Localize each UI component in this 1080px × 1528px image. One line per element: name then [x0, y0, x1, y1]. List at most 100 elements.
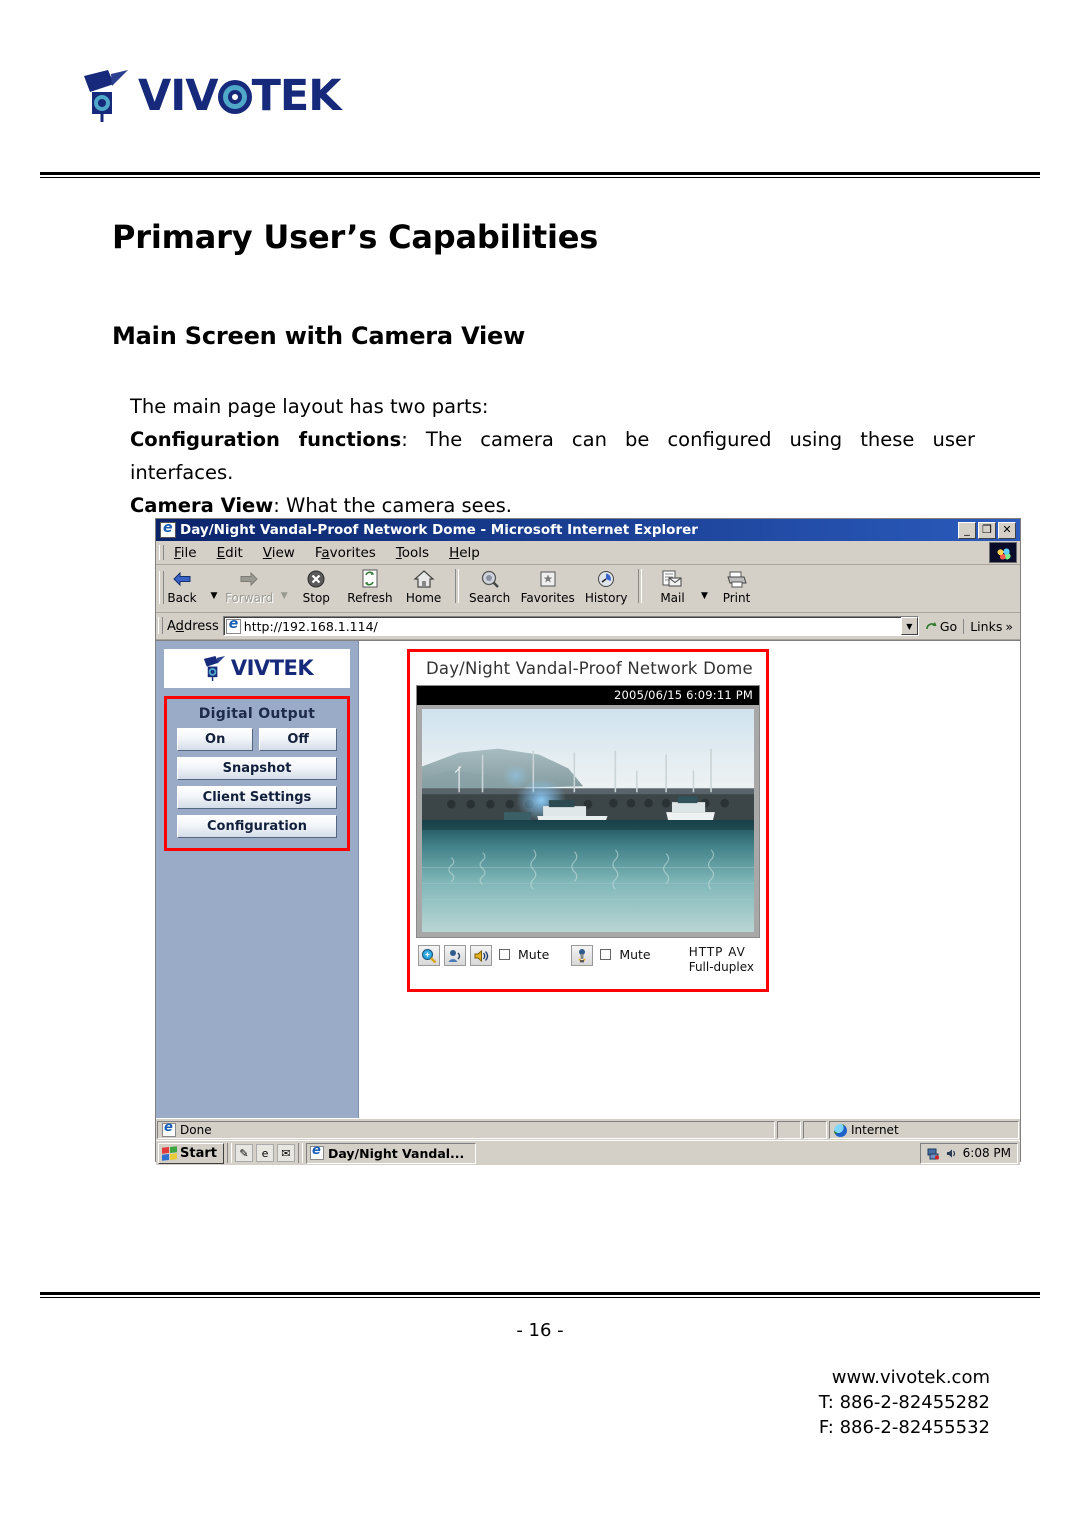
- menu-favorites[interactable]: Favorites: [305, 545, 386, 561]
- page-viewport: VIVTEK Digital Output On Off Snapshot Cl…: [156, 640, 1020, 1118]
- video-control-bar: Mute Mute HTTP AV Full-duplex: [410, 938, 766, 989]
- mic-mute-checkbox[interactable]: [600, 949, 612, 960]
- camera-view-area: Day/Night Vandal-Proof Network Dome 2005…: [359, 641, 1020, 1118]
- favorites-label: Favorites: [520, 591, 575, 605]
- menu-tools[interactable]: Tools: [386, 545, 439, 561]
- go-button[interactable]: Go: [919, 619, 963, 634]
- back-button[interactable]: Back: [156, 567, 208, 605]
- status-pane-extra-2: [803, 1121, 827, 1139]
- toolbar-separator-2: [637, 569, 642, 603]
- stop-button[interactable]: Stop: [290, 567, 342, 605]
- menu-file[interactable]: File: [164, 545, 207, 561]
- refresh-label: Refresh: [347, 591, 393, 605]
- header-divider: [40, 172, 1040, 179]
- network-icon[interactable]: [927, 1146, 941, 1160]
- section-title: Main Screen with Camera View: [112, 322, 526, 350]
- search-icon: [480, 568, 500, 590]
- address-input[interactable]: http://192.168.1.114/ ▼: [222, 616, 919, 636]
- print-button[interactable]: Print: [711, 567, 763, 605]
- window-title: Day/Night Vandal-Proof Network Dome - Mi…: [180, 522, 698, 538]
- configuration-paragraph: Configuration functions: The camera can …: [130, 423, 975, 489]
- links-label: Links: [970, 618, 1003, 634]
- camera-sidebar: VIVTEK Digital Output On Off Snapshot Cl…: [156, 641, 359, 1118]
- taskbar-empty-area: [479, 1143, 917, 1164]
- printer-icon: [725, 568, 749, 590]
- mail-dropdown-caret-icon[interactable]: ▼: [699, 591, 711, 600]
- links-button[interactable]: Links »: [963, 618, 1017, 634]
- configuration-functions-panel: Digital Output On Off Snapshot Client Se…: [164, 696, 350, 851]
- restore-button[interactable]: ❐: [978, 521, 996, 539]
- internet-explorer-icon: [309, 1143, 324, 1160]
- forward-dropdown-caret-icon[interactable]: ▼: [278, 591, 290, 600]
- snapshot-button[interactable]: Snapshot: [177, 757, 337, 780]
- address-bar: Address http://192.168.1.114/ ▼ Go Links…: [156, 613, 1020, 640]
- page-icon: [162, 1120, 176, 1137]
- menu-help[interactable]: Help: [439, 545, 490, 561]
- forward-button[interactable]: Forward: [220, 567, 278, 605]
- home-icon: [413, 568, 435, 590]
- mic-mute-label: Mute: [619, 947, 651, 962]
- footer-phone: T: 886-2-82455282: [818, 1392, 990, 1413]
- search-button[interactable]: Search: [464, 567, 516, 605]
- speaker-icon[interactable]: [470, 945, 492, 966]
- internet-zone-icon: [834, 1123, 847, 1137]
- history-button[interactable]: History: [580, 567, 633, 605]
- speaker-mute-label: Mute: [518, 947, 550, 962]
- internet-explorer-icon[interactable]: e: [255, 1144, 274, 1162]
- volume-icon[interactable]: [945, 1146, 959, 1160]
- security-zone-label: Internet: [851, 1123, 899, 1137]
- windows-logo-icon: [162, 1145, 177, 1161]
- show-desktop-icon[interactable]: ✎: [234, 1144, 253, 1162]
- taskbar-clock: 6:08 PM: [962, 1146, 1011, 1160]
- security-zone-pane: Internet: [829, 1121, 1019, 1139]
- browser-window: Day/Night Vandal-Proof Network Dome - Mi…: [155, 518, 1021, 1165]
- refresh-icon: [361, 568, 379, 590]
- outlook-express-icon[interactable]: ✉: [276, 1144, 295, 1162]
- browser-titlebar: Day/Night Vandal-Proof Network Dome - Mi…: [156, 519, 1020, 541]
- configuration-button[interactable]: Configuration: [177, 815, 337, 838]
- talk-icon[interactable]: [444, 945, 466, 966]
- footer-contact: www.vivotek.com T: 886-2-82455282 F: 886…: [819, 1365, 990, 1440]
- go-arrow-icon: [926, 621, 937, 629]
- digital-zoom-icon[interactable]: [418, 945, 440, 966]
- footer-fax: F: 886-2-82455532: [818, 1417, 990, 1438]
- digital-output-off-button[interactable]: Off: [259, 728, 337, 751]
- intro-paragraph: The main page layout has two parts:: [130, 390, 975, 423]
- mail-label: Mail: [660, 591, 685, 605]
- back-dropdown-caret-icon[interactable]: ▼: [208, 591, 220, 600]
- client-settings-button[interactable]: Client Settings: [177, 786, 337, 809]
- browser-menubar: File Edit View Favorites Tools Help: [156, 541, 1020, 565]
- digital-output-label: Digital Output: [198, 706, 316, 722]
- forward-label: Forward: [225, 591, 274, 605]
- address-label: Address: [167, 618, 219, 634]
- menu-edit[interactable]: Edit: [207, 545, 253, 561]
- microphone-icon[interactable]: [571, 945, 594, 966]
- print-label: Print: [722, 591, 751, 605]
- close-button[interactable]: ✕: [998, 521, 1016, 539]
- menu-view[interactable]: View: [253, 545, 305, 561]
- digital-output-buttons: On Off: [177, 728, 337, 751]
- speaker-mute-checkbox[interactable]: [499, 949, 510, 960]
- favorites-button[interactable]: Favorites: [516, 567, 580, 605]
- address-dropdown-button[interactable]: ▼: [900, 617, 918, 635]
- start-button[interactable]: Start: [158, 1142, 224, 1164]
- address-url: http://192.168.1.114/: [243, 618, 378, 634]
- back-arrow-icon: [171, 568, 193, 590]
- footer-divider: [40, 1292, 1040, 1299]
- sidebar-wordmark: VIVTEK: [230, 655, 314, 680]
- minimize-button[interactable]: _: [958, 521, 976, 539]
- digital-output-on-button[interactable]: On: [177, 728, 254, 751]
- taskbar-divider-2: [297, 1143, 303, 1163]
- taskbar-item-browser[interactable]: Day/Night Vandal...: [305, 1142, 476, 1164]
- forward-arrow-icon: [238, 568, 260, 590]
- video-stream[interactable]: [417, 705, 759, 937]
- status-pane-extra-1: [777, 1121, 801, 1139]
- page-number: - 16 -: [516, 1320, 564, 1341]
- camera-title: Day/Night Vandal-Proof Network Dome: [426, 659, 753, 678]
- refresh-button[interactable]: Refresh: [342, 567, 397, 605]
- vivotek-camera-icon: [84, 70, 128, 122]
- home-button[interactable]: Home: [398, 567, 450, 605]
- stop-label: Stop: [302, 591, 330, 605]
- back-label: Back: [167, 591, 197, 605]
- mail-button[interactable]: Mail: [647, 567, 699, 605]
